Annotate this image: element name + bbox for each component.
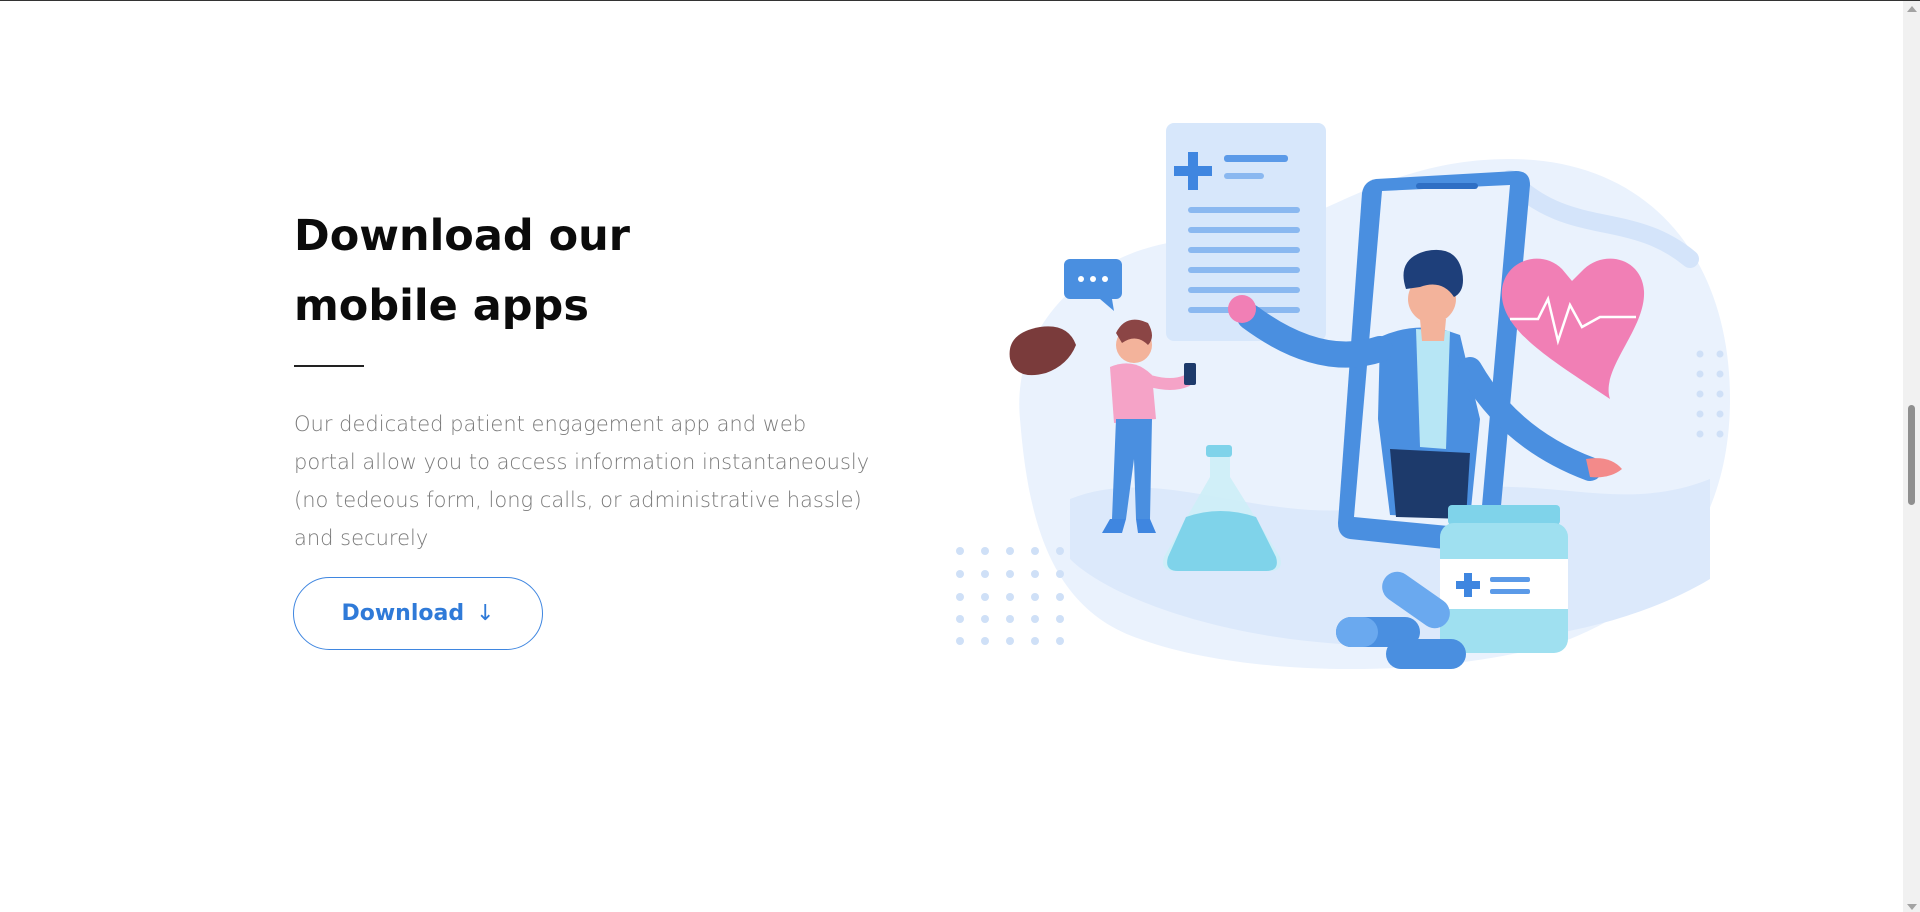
arrow-down-icon: ↓ [476,601,495,626]
scrollbar-thumb[interactable] [1908,405,1915,505]
section-description: Our dedicated patient engagement app and… [294,412,870,550]
download-button[interactable]: Download ↓ [293,577,543,650]
vertical-scrollbar[interactable] [1903,1,1920,912]
title-line-1: Download our [294,211,630,261]
download-text-block: Download our mobile apps Our dedicated p… [294,201,874,557]
title-divider [294,365,364,367]
section-title: Download our mobile apps [294,201,874,341]
pill-bottle-icon [1440,505,1568,653]
doctor-mobile-app-illustration [956,123,1730,669]
scroll-down-arrow-icon[interactable] [1907,904,1917,910]
dot-grid-left [956,547,1064,645]
title-line-2: mobile apps [294,281,589,331]
scroll-up-arrow-icon[interactable] [1907,6,1917,12]
download-apps-section: Download our mobile apps Our dedicated p… [0,0,1920,912]
download-button-label: Download [341,601,465,626]
